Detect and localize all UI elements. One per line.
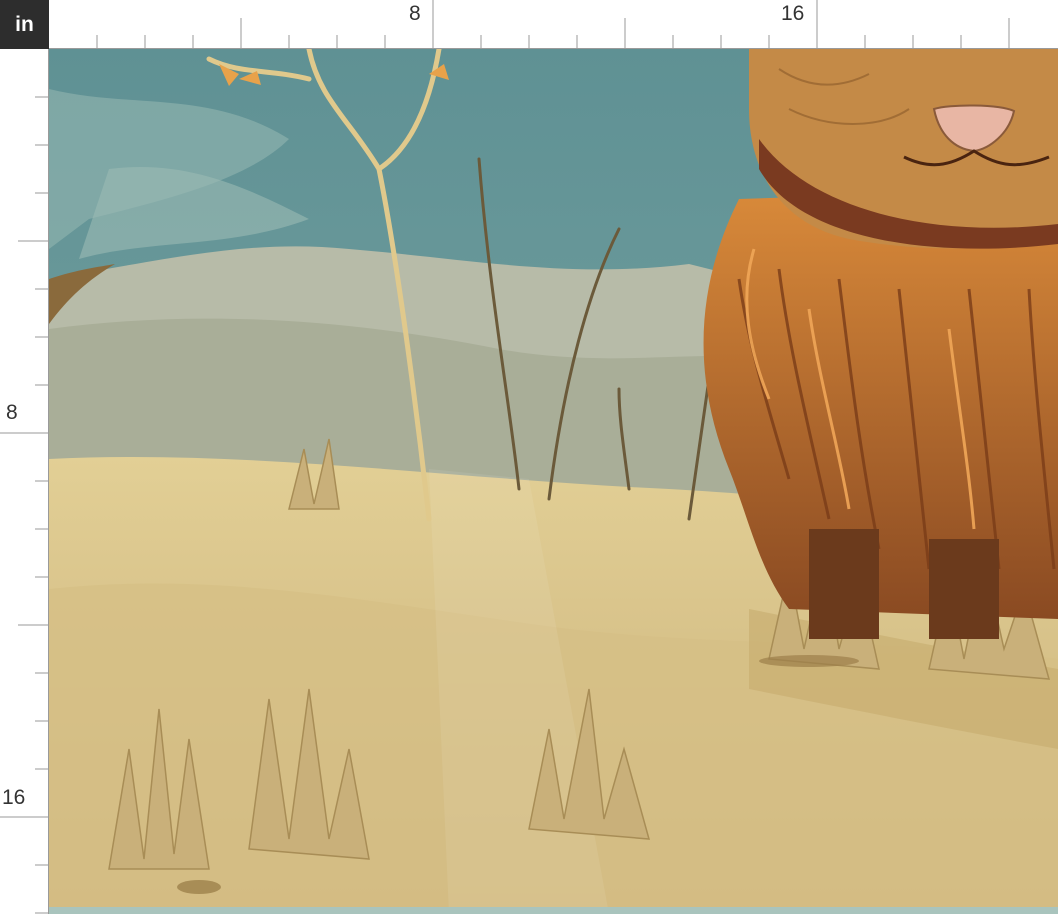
- water-edge: [49, 907, 1058, 914]
- ruler-top-ticks: [96, 0, 1010, 49]
- pebble: [177, 880, 221, 894]
- ruler-top-label-8: 8: [409, 2, 421, 25]
- ruler-left-label-8: 8: [6, 401, 18, 424]
- fabric-artwork: [49, 49, 1058, 914]
- ruler-left-label-16: 16: [2, 786, 26, 809]
- pebble: [759, 655, 859, 667]
- cow-leg: [809, 529, 879, 639]
- ruler-left: 8 16: [0, 49, 49, 914]
- cow-leg: [929, 539, 999, 639]
- ruler-unit-label: in: [0, 0, 49, 49]
- ruler-left-ticks: [0, 96, 49, 914]
- ruler-top-label-16: 16: [781, 2, 805, 25]
- highland-cow-illustration: [49, 49, 1058, 914]
- ruler-top: 8 16: [49, 0, 1058, 49]
